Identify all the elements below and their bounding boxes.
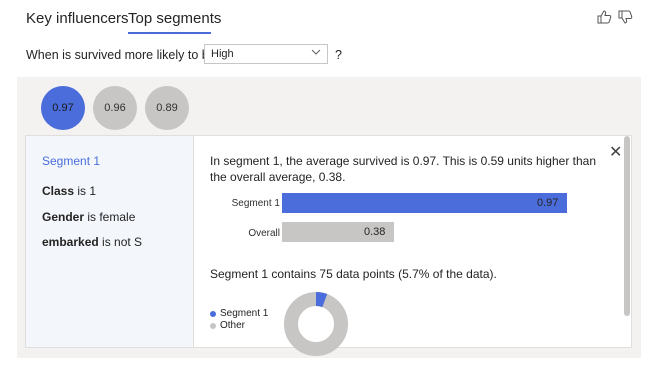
active-tab-underline [128, 32, 211, 34]
legend-swatch [210, 323, 216, 329]
bar-label-segment: Segment 1 [231, 198, 280, 209]
segment-bubble[interactable]: 0.97 [41, 86, 85, 130]
segment-condition: embarked is not S [42, 235, 143, 249]
legend-label: Other [220, 320, 246, 331]
legend-item: Other [210, 320, 268, 332]
bar-label-overall: Overall [248, 228, 280, 239]
segment-condition: Class is 1 [42, 184, 97, 198]
tab-top-segments[interactable]: Top segments [128, 10, 221, 27]
legend-label: Segment 1 [220, 308, 269, 319]
question-mark: ? [335, 48, 342, 62]
share-donut-chart [284, 292, 348, 356]
bar-value-overall: 0.38 [364, 226, 386, 238]
vertical-scrollbar[interactable] [624, 136, 630, 316]
data-points-text: Segment 1 contains 75 data points (5.7% … [210, 267, 497, 281]
segment-definition-pane: Segment 1 Class is 1 Gender is female em… [26, 136, 194, 347]
segment-summary: In segment 1, the average survived is 0.… [210, 154, 597, 184]
select-value: High [211, 48, 234, 60]
segment-condition: Gender is female [42, 210, 136, 224]
donut-legend: Segment 1 Other [210, 308, 268, 332]
legend-swatch [210, 311, 216, 317]
chevron-down-icon [311, 47, 321, 60]
segment-detail-card: Segment 1 Class is 1 Gender is female em… [25, 135, 632, 356]
tab-key-influencers[interactable]: Key influencers [26, 10, 129, 27]
target-value-select[interactable]: High [204, 44, 328, 64]
bar-value-segment: 0.97 [537, 197, 559, 209]
legend-item: Segment 1 [210, 308, 268, 320]
donut-other-slice [284, 292, 348, 356]
segment-bubble[interactable]: 0.96 [93, 86, 137, 130]
bar-segment [282, 193, 567, 213]
segment-title: Segment 1 [42, 154, 101, 168]
thumbs-up-icon[interactable] [597, 10, 612, 27]
thumbs-down-icon[interactable] [618, 10, 633, 27]
close-icon[interactable]: ✕ [609, 142, 622, 162]
segment-bubble[interactable]: 0.89 [145, 86, 189, 130]
question-label: When is survived more likely to be [26, 48, 216, 62]
